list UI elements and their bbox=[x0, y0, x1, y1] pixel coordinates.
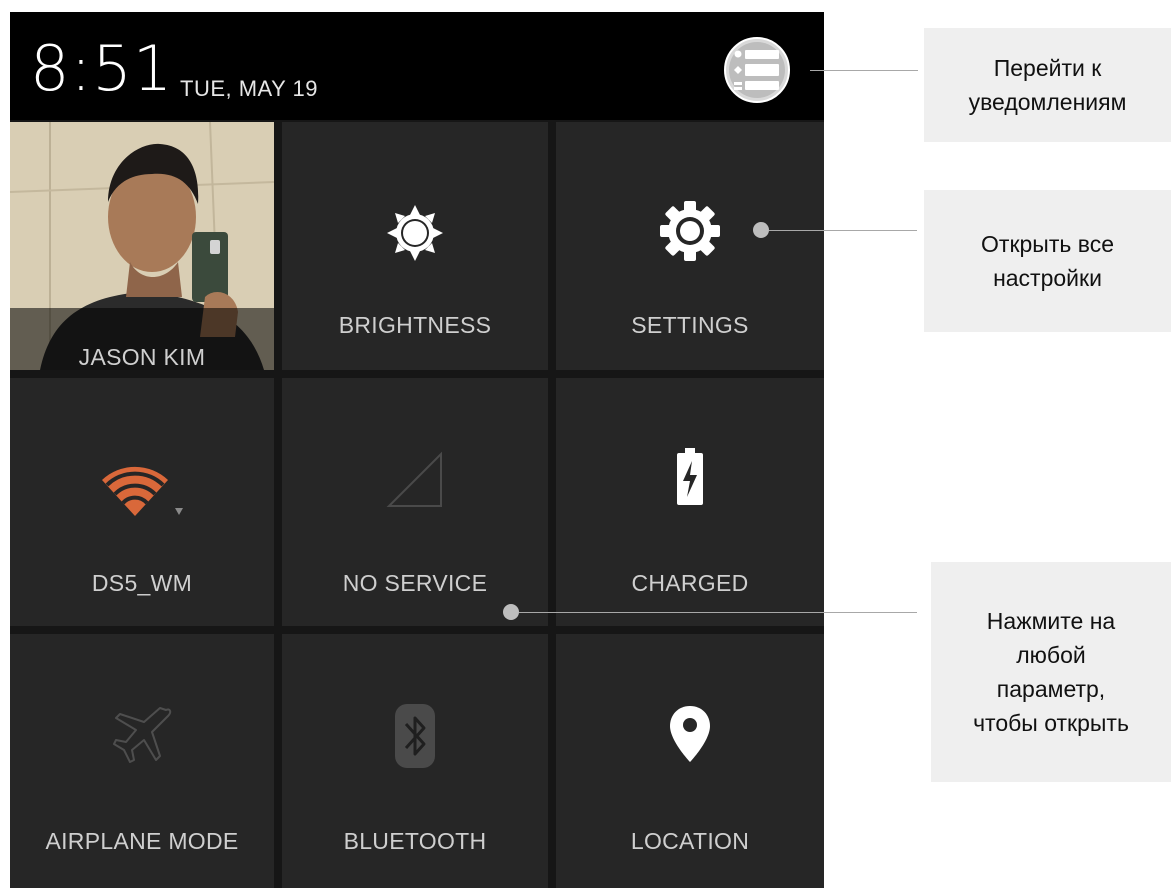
airplane-icon bbox=[113, 707, 172, 763]
notifications-list-icon bbox=[724, 37, 790, 103]
mobile-label: NO SERVICE bbox=[342, 570, 488, 596]
wifi-icon bbox=[102, 466, 183, 516]
user-name: JASON KIM bbox=[78, 344, 206, 370]
callout-settings: Открыть все настройки bbox=[924, 190, 1171, 332]
tile-bluetooth[interactable]: BLUETOOTH bbox=[282, 634, 548, 888]
callout-notifications-line2: уведомлениям bbox=[968, 89, 1127, 115]
tile-airplane[interactable]: AIRPLANE MODE bbox=[10, 634, 274, 888]
quick-settings-panel: 8:51 TUE, MAY 19 JASON KIM BRIGHTNESS SE… bbox=[10, 12, 824, 888]
tile-battery[interactable]: CHARGED bbox=[556, 378, 824, 626]
callout-notifications: Перейти к уведомлениям bbox=[924, 28, 1171, 142]
tile-user[interactable]: JASON KIM bbox=[10, 122, 274, 370]
leader-line-notifications bbox=[810, 70, 918, 71]
callout-tap-line1: Нажмите на bbox=[986, 608, 1116, 634]
battery-label: CHARGED bbox=[631, 570, 749, 596]
callout-tap-line2: любой bbox=[1016, 642, 1086, 668]
callout-settings-line1: Открыть все bbox=[981, 231, 1114, 257]
brightness-label: BRIGHTNESS bbox=[338, 312, 492, 338]
settings-gear-icon bbox=[660, 201, 720, 261]
dot-settings bbox=[753, 222, 769, 238]
clock: 8:51 bbox=[30, 32, 174, 105]
signal-icon bbox=[386, 451, 442, 507]
bluetooth-label: BLUETOOTH bbox=[343, 828, 487, 854]
location-label: LOCATION bbox=[630, 828, 750, 854]
status-bar: 8:51 TUE, MAY 19 bbox=[10, 12, 824, 120]
location-pin-icon bbox=[670, 706, 710, 762]
notifications-button[interactable] bbox=[723, 36, 791, 104]
settings-label: SETTINGS bbox=[631, 312, 749, 338]
brightness-sun-icon bbox=[387, 205, 443, 261]
dot-tap-any bbox=[503, 604, 519, 620]
tile-location[interactable]: LOCATION bbox=[556, 634, 824, 888]
tile-settings[interactable]: SETTINGS bbox=[556, 122, 824, 370]
callout-tap-line3: параметр, bbox=[996, 676, 1106, 702]
tile-wifi[interactable]: DS5_WM bbox=[10, 378, 274, 626]
callout-tap-line4: чтобы открыть bbox=[973, 710, 1129, 736]
battery-charging-icon bbox=[677, 448, 703, 505]
leader-line-settings bbox=[769, 230, 917, 231]
airplane-label: AIRPLANE MODE bbox=[45, 828, 239, 854]
wifi-label: DS5_WM bbox=[91, 570, 193, 596]
callout-notifications-line1: Перейти к bbox=[993, 55, 1102, 81]
tile-brightness[interactable]: BRIGHTNESS bbox=[282, 122, 548, 370]
bluetooth-icon bbox=[395, 704, 435, 768]
screen: 8:51 TUE, MAY 19 JASON KIM BRIGHTNESS SE… bbox=[0, 0, 1171, 888]
date: TUE, MAY 19 bbox=[180, 76, 318, 101]
tile-mobile-data[interactable]: NO SERVICE bbox=[282, 378, 548, 626]
callout-tap-any: Нажмите на любой параметр, чтобы открыть bbox=[931, 562, 1171, 782]
leader-line-tap-any bbox=[519, 612, 917, 613]
callout-settings-line2: настройки bbox=[993, 265, 1102, 291]
